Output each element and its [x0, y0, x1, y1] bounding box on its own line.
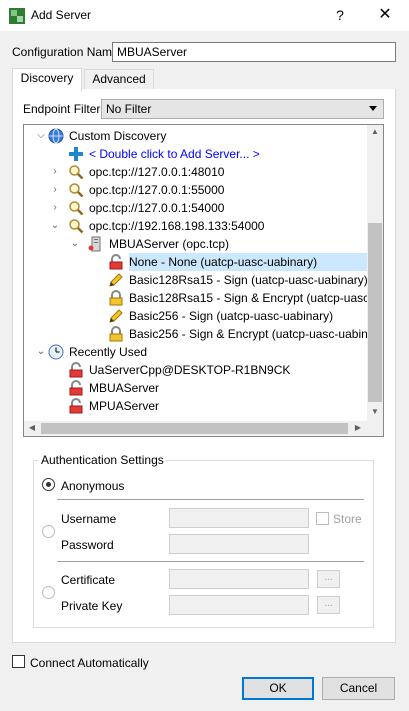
- endpoint-label: Basic256 - Sign & Encrypt (uatcp-uasc-ua…: [129, 327, 384, 341]
- certificate-radio[interactable]: [42, 586, 55, 599]
- scroll-right-icon[interactable]: ▶: [352, 423, 364, 432]
- help-button[interactable]: ?: [329, 4, 351, 26]
- app-icon: [9, 8, 25, 24]
- cancel-button[interactable]: Cancel: [322, 677, 395, 700]
- server-url: opc.tcp://192.168.198.133:54000: [89, 219, 265, 233]
- configuration-name-label: Configuration Name: [12, 45, 119, 59]
- tree-horizontal-scrollbar[interactable]: ◀ ▶: [24, 421, 367, 436]
- window-title: Add Server: [31, 8, 92, 22]
- endpoint-filter-value: No Filter: [106, 102, 152, 116]
- vertical-scroll-thumb[interactable]: [368, 223, 382, 402]
- server-url: opc.tcp://127.0.0.1:54000: [89, 201, 225, 215]
- scroll-down-icon[interactable]: ▼: [367, 407, 383, 416]
- pencil-sign-icon: [109, 273, 123, 287]
- horizontal-scroll-thumb[interactable]: [41, 423, 348, 434]
- unlocked-padlock-icon: [69, 362, 83, 378]
- tab-advanced[interactable]: Advanced: [84, 69, 154, 90]
- collapse-chevron-icon[interactable]: ⌄: [36, 343, 46, 361]
- store-label: Store: [333, 512, 362, 526]
- username-input[interactable]: [169, 508, 309, 528]
- configuration-name-input[interactable]: MBUAServer: [112, 42, 396, 62]
- padlock-icon: [109, 326, 123, 342]
- certificate-label: Certificate: [61, 573, 116, 587]
- collapse-chevron-icon[interactable]: ⌄: [50, 217, 60, 235]
- password-input[interactable]: [169, 534, 309, 554]
- scroll-up-icon[interactable]: ▲: [367, 127, 383, 136]
- recent-server-label: MBUAServer: [89, 381, 160, 395]
- padlock-icon: [109, 290, 123, 306]
- unlocked-padlock-icon: [69, 398, 83, 414]
- search-icon: [68, 200, 84, 216]
- endpoint-filter-label: Endpoint Filter:: [23, 102, 104, 116]
- certificate-browse-button[interactable]: ...: [317, 570, 340, 588]
- close-button[interactable]: ✕: [372, 4, 398, 26]
- password-label: Password: [61, 538, 114, 552]
- search-icon: [68, 164, 84, 180]
- recent-server-label: MPUAServer: [89, 399, 160, 413]
- tree-node-label: Custom Discovery: [69, 129, 167, 143]
- expand-chevron-icon[interactable]: ›: [50, 181, 60, 199]
- search-icon: [68, 182, 84, 198]
- connect-automatically-checkbox[interactable]: [12, 655, 25, 668]
- server-tree[interactable]: ⌵ Custom Discovery < Double click to Add…: [23, 124, 384, 437]
- expand-chevron-icon[interactable]: ›: [50, 199, 60, 217]
- scroll-left-icon[interactable]: ◀: [26, 423, 38, 432]
- recent-server-label: UaServerCpp@DESKTOP-R1BN9CK: [89, 363, 291, 377]
- expand-chevron-icon[interactable]: ›: [50, 163, 60, 181]
- endpoint-label: None - None (uatcp-uasc-uabinary): [129, 253, 369, 271]
- unlocked-padlock-icon: [109, 254, 123, 270]
- divider: [57, 561, 364, 562]
- network-globe-icon: [48, 128, 64, 144]
- search-icon: [68, 218, 84, 234]
- unlocked-padlock-icon: [69, 380, 83, 396]
- ok-button[interactable]: OK: [242, 677, 314, 700]
- pencil-sign-icon: [109, 309, 123, 323]
- anonymous-label: Anonymous: [61, 479, 125, 493]
- add-server-link[interactable]: < Double click to Add Server... >: [89, 145, 260, 163]
- username-radio[interactable]: [42, 525, 55, 538]
- authentication-settings-title: Authentication Settings: [39, 453, 166, 467]
- chevron-down-icon: [369, 106, 377, 111]
- collapse-chevron-icon[interactable]: ⌵: [36, 127, 46, 145]
- connect-automatically-label: Connect Automatically: [30, 656, 149, 670]
- clock-icon: [48, 344, 64, 360]
- tab-discovery[interactable]: Discovery: [12, 68, 82, 91]
- server-icon: [88, 236, 101, 252]
- server-name: MBUAServer (opc.tcp): [109, 237, 230, 251]
- private-key-input[interactable]: [169, 595, 309, 615]
- username-label: Username: [61, 512, 117, 526]
- plus-icon: [69, 147, 83, 161]
- tree-node-label: Recently Used: [69, 345, 148, 359]
- server-url: opc.tcp://127.0.0.1:48010: [89, 165, 225, 179]
- server-url: opc.tcp://127.0.0.1:55000: [89, 183, 225, 197]
- private-key-label: Private Key: [61, 599, 123, 613]
- endpoint-label: Basic128Rsa15 - Sign & Encrypt (uatcp-ua…: [129, 291, 383, 305]
- store-checkbox[interactable]: [316, 512, 329, 525]
- endpoint-label: Basic256 - Sign (uatcp-uasc-uabinary): [129, 309, 334, 323]
- endpoint-label: Basic128Rsa15 - Sign (uatcp-uasc-uabinar…: [129, 273, 368, 287]
- scrollbar-corner: [367, 421, 383, 436]
- collapse-chevron-icon[interactable]: ⌄: [70, 235, 80, 253]
- anonymous-radio[interactable]: [42, 478, 55, 491]
- endpoint-filter-dropdown[interactable]: No Filter: [101, 99, 384, 119]
- private-key-browse-button[interactable]: ...: [317, 596, 340, 614]
- divider: [57, 499, 364, 500]
- certificate-input[interactable]: [169, 569, 309, 589]
- tree-vertical-scrollbar[interactable]: ▲ ▼: [367, 125, 383, 421]
